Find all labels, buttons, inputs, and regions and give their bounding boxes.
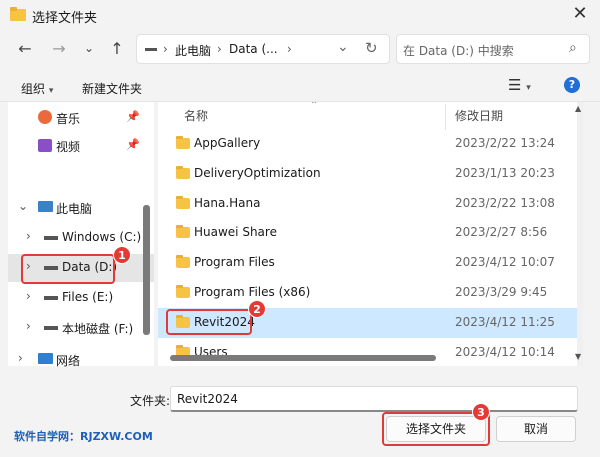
view-options-icon[interactable]: ☰ ▾ — [508, 76, 531, 94]
breadcrumb-this-pc[interactable]: 此电脑 — [175, 42, 211, 59]
nav-item-label: Files (E:) — [62, 290, 114, 304]
address-dropdown-icon[interactable]: ⌄ — [337, 39, 349, 55]
nav-item-label: 视频 — [56, 140, 81, 154]
column-header-name[interactable]: 名称 — [184, 107, 208, 124]
chevron-right-icon[interactable]: › — [26, 229, 31, 243]
file-date: 2023/4/12 10:14 — [455, 345, 555, 359]
folder-icon — [176, 136, 190, 149]
file-name: DeliveryOptimization — [194, 166, 321, 180]
drive-icon — [44, 296, 58, 300]
drive-icon — [44, 236, 58, 240]
organize-label: 组织 — [21, 82, 46, 96]
up-arrow-icon[interactable]: ↑ — [106, 38, 128, 60]
nav-item-label: Windows (C:) — [62, 230, 142, 244]
scroll-up-icon[interactable]: ▲ — [575, 104, 581, 113]
back-arrow-icon[interactable]: ← — [14, 38, 36, 60]
nav-item-network[interactable]: › 网络 — [8, 346, 154, 374]
video-icon — [38, 139, 52, 152]
search-placeholder: 在 Data (D:) 中搜索 — [403, 44, 514, 58]
network-icon — [38, 353, 53, 364]
organize-caret-icon: ▾ — [48, 86, 54, 96]
folder-field-label: 文件夹: — [130, 394, 171, 408]
computer-icon — [38, 201, 53, 212]
breadcrumb-data-drive[interactable]: Data (... — [229, 42, 278, 56]
help-icon[interactable]: ? — [564, 77, 580, 93]
file-name: Hana.Hana — [194, 196, 261, 210]
nav-item-local-disk-f[interactable]: › 本地磁盘 (F:) — [8, 314, 154, 342]
search-input[interactable]: 在 Data (D:) 中搜索 ⌕ — [396, 34, 590, 64]
window-title: 选择文件夹 — [32, 11, 98, 26]
file-row[interactable]: Huawei Share 2023/2/27 8:56 — [158, 218, 578, 248]
close-icon[interactable]: ✕ — [568, 2, 592, 26]
highlight-box-revit2024 — [166, 309, 252, 335]
organize-menu-button[interactable]: 组织 ▾ — [21, 80, 53, 97]
nav-item-files-e[interactable]: › Files (E:) — [8, 284, 154, 312]
breadcrumb-separator-icon: › — [217, 42, 222, 56]
file-name: Program Files (x86) — [194, 285, 311, 299]
column-header-modified[interactable]: 修改日期 — [455, 107, 503, 124]
folder-app-icon — [10, 7, 26, 21]
nav-item-label: 音乐 — [56, 112, 81, 126]
file-row[interactable]: AppGallery 2023/2/22 13:24 — [158, 129, 578, 159]
column-divider — [445, 104, 446, 130]
recent-locations-chevron-icon[interactable]: ⌄ — [78, 37, 100, 59]
nav-item-music[interactable]: 音乐 📌 — [8, 104, 154, 132]
nav-item-windows-c[interactable]: › Windows (C:) — [8, 224, 154, 252]
step-badge: 1 — [113, 246, 131, 264]
file-date: 2023/2/27 8:56 — [455, 225, 548, 239]
nav-item-label: 此电脑 — [56, 202, 93, 216]
file-row[interactable]: Program Files 2023/4/12 10:07 — [158, 248, 578, 278]
highlight-box-data-drive — [21, 254, 115, 284]
cancel-button[interactable]: 取消 — [496, 416, 576, 442]
file-date: 2023/2/22 13:08 — [455, 196, 555, 210]
watermark-text: 软件自学网：RJZXW.COM — [14, 430, 153, 443]
chevron-right-icon[interactable]: › — [18, 351, 23, 365]
folder-name-input[interactable] — [170, 386, 578, 412]
folder-icon — [176, 196, 190, 209]
drive-icon — [44, 326, 58, 330]
file-date: 2023/3/29 9:45 — [455, 285, 548, 299]
chevron-down-icon[interactable]: ⌄ — [18, 199, 28, 213]
file-date: 2023/4/12 11:25 — [455, 315, 555, 329]
file-name: Huawei Share — [194, 225, 277, 239]
file-vertical-scrollbar[interactable] — [577, 102, 583, 366]
folder-icon — [176, 285, 190, 298]
navigation-pane[interactable]: 音乐 📌 视频 📌 ⌄ 此电脑 › Windows (C:) › Data (D… — [8, 102, 154, 368]
folder-icon — [176, 255, 190, 268]
forward-arrow-icon[interactable]: → — [48, 38, 70, 60]
nav-scrollbar-thumb[interactable] — [143, 205, 150, 335]
file-date: 2023/2/22 13:24 — [455, 136, 555, 150]
file-name: AppGallery — [194, 136, 261, 150]
new-folder-button[interactable]: 新建文件夹 — [82, 80, 142, 97]
chevron-right-icon[interactable]: › — [26, 289, 31, 303]
file-name: Program Files — [194, 255, 275, 269]
file-row[interactable]: Users 2023/4/12 10:14 — [158, 338, 578, 366]
file-row[interactable]: DeliveryOptimization 2023/1/13 20:23 — [158, 159, 578, 189]
pc-drive-icon — [145, 48, 157, 51]
nav-item-this-pc[interactable]: ⌄ 此电脑 — [8, 194, 154, 222]
step-badge: 3 — [472, 403, 490, 421]
nav-item-label: 本地磁盘 (F:) — [62, 322, 134, 336]
file-row[interactable]: Hana.Hana 2023/2/22 13:08 — [158, 189, 578, 219]
search-icon: ⌕ — [569, 40, 577, 56]
address-bar[interactable]: › 此电脑 › Data (... › ⌄ ↻ — [136, 34, 390, 64]
nav-item-videos[interactable]: 视频 📌 — [8, 132, 154, 160]
folder-icon — [176, 225, 190, 238]
scroll-down-icon[interactable]: ▼ — [575, 352, 581, 361]
sort-ascending-icon: ⌃ — [310, 102, 319, 111]
pin-icon[interactable]: 📌 — [126, 138, 140, 151]
nav-item-label: 网络 — [56, 354, 81, 368]
chevron-right-icon[interactable]: › — [26, 319, 31, 333]
music-icon — [38, 110, 52, 124]
breadcrumb-separator-icon: › — [287, 42, 292, 56]
file-date: 2023/1/13 20:23 — [455, 166, 555, 180]
refresh-icon[interactable]: ↻ — [365, 39, 378, 57]
folder-icon — [176, 166, 190, 179]
breadcrumb-separator-icon: › — [163, 42, 168, 56]
file-horizontal-scrollbar-thumb[interactable] — [170, 355, 436, 361]
pin-icon[interactable]: 📌 — [126, 110, 140, 123]
file-date: 2023/4/12 10:07 — [455, 255, 555, 269]
step-badge: 2 — [248, 300, 266, 318]
file-row[interactable]: Program Files (x86) 2023/3/29 9:45 — [158, 278, 578, 308]
